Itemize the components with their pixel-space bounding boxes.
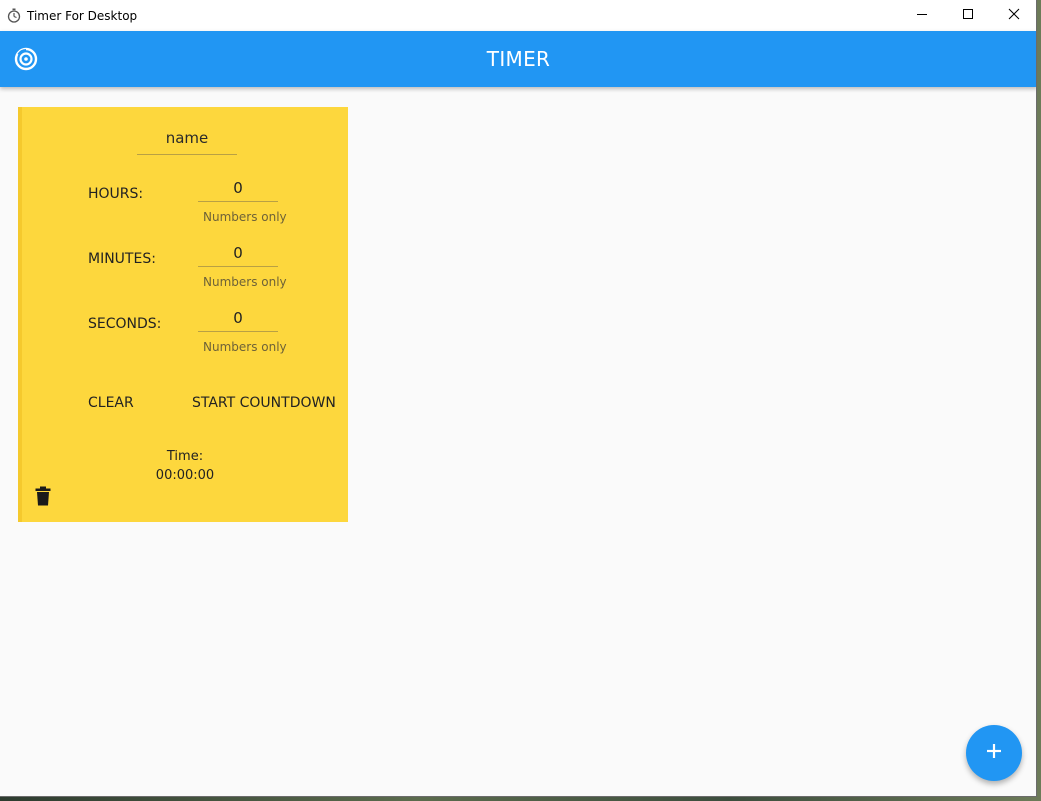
stopwatch-icon xyxy=(6,8,22,24)
minimize-icon xyxy=(916,7,928,25)
add-timer-button[interactable] xyxy=(966,725,1022,781)
minutes-value: 0 xyxy=(233,244,243,262)
minutes-helper-text: Numbers only xyxy=(203,275,287,289)
trash-icon[interactable] xyxy=(35,486,53,508)
hours-input[interactable]: 0 xyxy=(198,177,278,202)
time-label: Time: xyxy=(166,449,204,464)
hours-label: HOURS: xyxy=(88,186,144,202)
window-title: Timer For Desktop xyxy=(27,8,138,23)
clear-button[interactable]: CLEAR xyxy=(88,395,134,411)
start-countdown-button[interactable]: START COUNTDOWN xyxy=(192,395,336,411)
app-bar: TIMER xyxy=(0,31,1036,87)
seconds-label: SECONDS: xyxy=(88,316,162,332)
hours-value: 0 xyxy=(233,179,243,197)
plus-icon xyxy=(986,743,1002,764)
minutes-label: MINUTES: xyxy=(88,251,156,267)
seconds-value: 0 xyxy=(233,309,243,327)
timer-logo-icon[interactable] xyxy=(14,47,38,71)
maximize-icon xyxy=(962,7,974,25)
timer-card: name HOURS: 0 Numbers only MINUTES: 0 Nu… xyxy=(18,107,348,522)
close-button[interactable] xyxy=(991,0,1036,31)
maximize-button[interactable] xyxy=(945,0,991,31)
hours-helper-text: Numbers only xyxy=(203,210,287,224)
seconds-input[interactable]: 0 xyxy=(198,307,278,332)
time-display: 00:00:00 xyxy=(155,468,215,483)
timer-name-input[interactable]: name xyxy=(137,125,237,155)
seconds-helper-text: Numbers only xyxy=(203,340,287,354)
window-controls xyxy=(899,0,1036,31)
timer-name-value: name xyxy=(165,129,209,147)
close-icon xyxy=(1008,7,1020,25)
minutes-input[interactable]: 0 xyxy=(198,242,278,267)
app-window: Timer For Desktop TIMER name HOURS: 0 Nu… xyxy=(0,0,1037,797)
minimize-button[interactable] xyxy=(899,0,945,31)
title-bar[interactable]: Timer For Desktop xyxy=(0,0,1036,31)
page-title: TIMER xyxy=(486,47,551,71)
